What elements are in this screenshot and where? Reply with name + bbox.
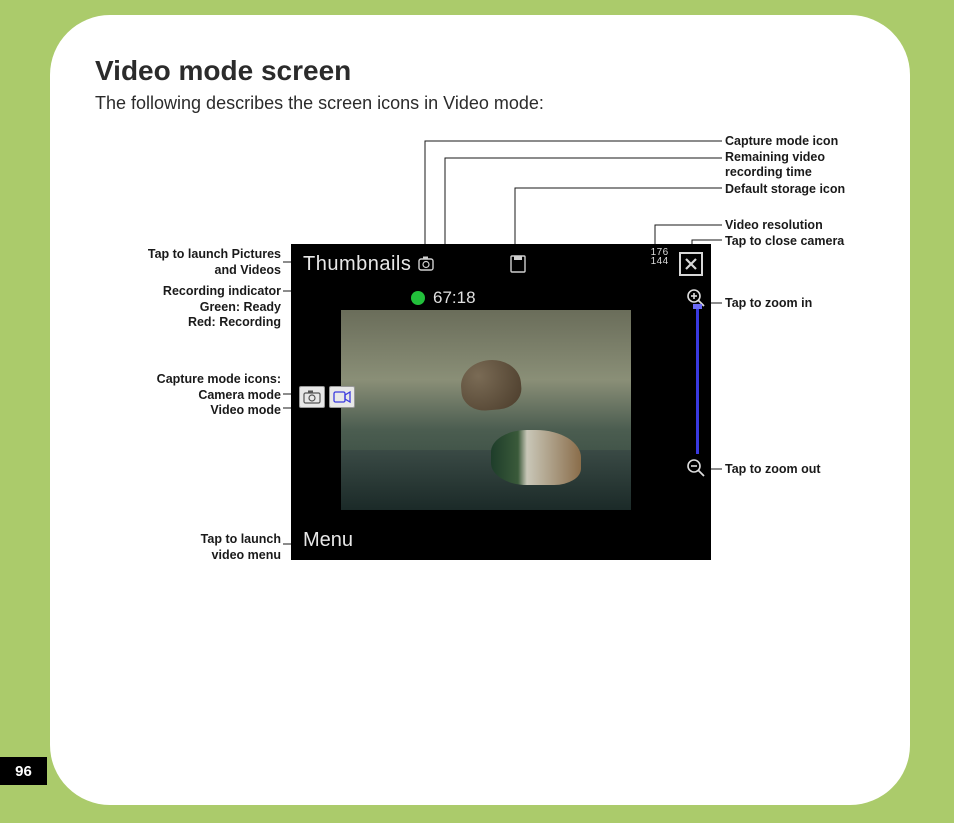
device-screen: Thumbnails 176 144 67:18 (291, 244, 711, 560)
close-button[interactable] (679, 252, 703, 276)
capture-mode-icon (417, 255, 439, 273)
screen-topbar: Thumbnails 176 144 (291, 244, 711, 284)
viewfinder (341, 310, 631, 510)
page-subtitle: The following describes the screen icons… (95, 93, 865, 114)
thumbnails-button[interactable]: Thumbnails (303, 253, 411, 276)
recording-indicator-icon (411, 291, 425, 305)
capture-mode-switcher (299, 386, 355, 408)
camera-mode-button[interactable] (299, 386, 325, 408)
remaining-time: 67:18 (433, 288, 476, 308)
zoom-out-button[interactable] (686, 458, 706, 478)
resolution-h: 144 (651, 256, 669, 267)
zoom-slider[interactable] (696, 304, 699, 454)
page-number-tab: 96 (0, 757, 47, 785)
page-number: 96 (15, 763, 32, 780)
page-title: Video mode screen (95, 55, 865, 87)
zoom-slider-handle[interactable] (693, 304, 702, 309)
diagram-area: Capture mode icon Remaining video record… (95, 134, 865, 634)
storage-icon (509, 254, 531, 274)
menu-button[interactable]: Menu (303, 529, 353, 552)
water-shape (341, 450, 631, 510)
duck-shape-2 (491, 430, 581, 485)
recording-row: 67:18 (411, 288, 476, 308)
video-mode-button[interactable] (329, 386, 355, 408)
resolution-indicator: 176 144 (644, 248, 669, 266)
manual-page: Video mode screen The following describe… (50, 15, 910, 805)
duck-shape-1 (459, 357, 523, 412)
